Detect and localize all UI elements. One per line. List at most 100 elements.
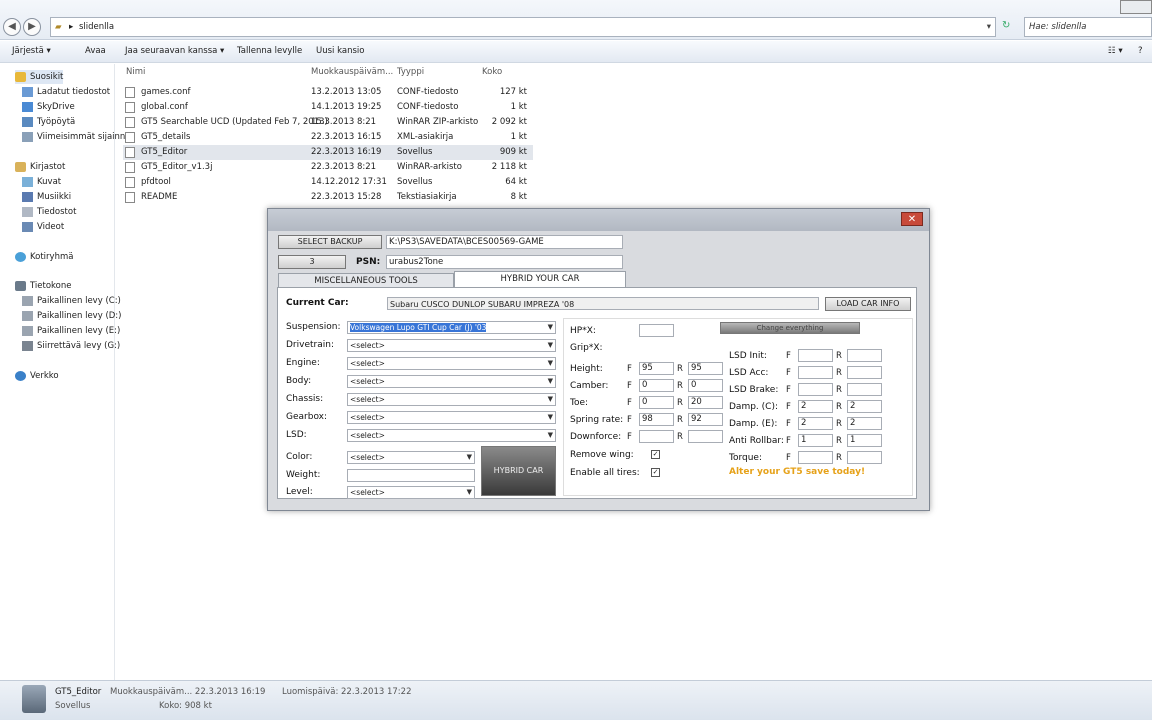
file-type: Tekstiasiakirja (397, 192, 457, 202)
command-bar: Järjestä ▾ Avaa Jaa seuraavan kanssa ▾ T… (0, 41, 1152, 63)
psn-field[interactable]: urabus2Tone (386, 255, 623, 269)
lsd-label: LSD Brake: (729, 385, 779, 395)
nav-network[interactable]: Verkko (15, 369, 59, 383)
file-icon (125, 147, 135, 158)
file-size: 2 118 kt (491, 162, 527, 172)
file-row[interactable]: global.conf 14.1.2013 19:25 CONF-tiedosto 1… (123, 100, 533, 115)
nav-drive-d[interactable]: Paikallinen levy (D:) (22, 309, 121, 323)
help-icon[interactable]: ? (1138, 46, 1143, 56)
file-row[interactable]: README 22.3.2013 15:28 Tekstiasiakirja 8 kt (123, 190, 533, 205)
nav-downloads[interactable]: Ladatut tiedostot (22, 85, 110, 99)
nav-favorites[interactable]: Suosikit (15, 70, 64, 84)
nav-documents[interactable]: Tiedostot (22, 205, 76, 219)
file-icon (125, 117, 135, 128)
file-date: 22.3.2013 8:21 (311, 162, 377, 172)
lsd-label: Damp. (E): (729, 419, 778, 429)
close-icon[interactable]: ✕ (901, 212, 923, 226)
lsd-rear-field[interactable]: 2 (847, 400, 882, 413)
select-backup-button[interactable]: SELECT BACKUP (278, 235, 382, 249)
address-dropdown-icon[interactable]: ▾ (987, 22, 991, 32)
lsd-front-field[interactable]: 1 (798, 434, 833, 447)
file-row[interactable]: GT5 Searchable UCD (Updated Feb 7, 2013)… (123, 115, 533, 130)
search-input[interactable]: Hae: slidenlla (1024, 17, 1152, 37)
lsd-label: Anti Rollbar: (729, 436, 784, 446)
lsd-rear-field[interactable] (847, 366, 882, 379)
backup-path-field[interactable]: K:\PS3\SAVEDATA\BCES00569-GAME (386, 235, 623, 249)
refresh-icon[interactable]: ↻ (1002, 20, 1010, 31)
nav-drive-c[interactable]: Paikallinen levy (C:) (22, 294, 121, 308)
front-letter: F (786, 453, 791, 463)
nav-libraries[interactable]: Kirjastot (15, 160, 65, 174)
front-letter: F (786, 402, 791, 412)
nav-drive-g[interactable]: Siirrettävä levy (G:) (22, 339, 120, 353)
lsd-rear-field[interactable] (847, 383, 882, 396)
detail-name: GT5_Editor (55, 687, 102, 697)
file-row[interactable]: GT5_Editor 22.3.2013 16:19 Sovellus 909 kt (123, 145, 533, 160)
new-folder-button[interactable]: Uusi kansio (316, 46, 364, 56)
lsd-rear-field[interactable]: 2 (847, 417, 882, 430)
pictures-icon (22, 177, 33, 187)
nav-recent[interactable]: Viimeisimmät sijainnit (22, 130, 131, 144)
file-name: global.conf (141, 102, 188, 112)
small-button[interactable]: 3 (278, 255, 346, 269)
column-name[interactable]: Nimi (126, 67, 145, 77)
rear-letter: R (836, 453, 842, 463)
file-row[interactable]: pfdtool 14.12.2012 17:31 Sovellus 64 kt (123, 175, 533, 190)
file-icon (125, 162, 135, 173)
hybrid-panel: Current Car: Subaru CUSCO DUNLOP SUBARU … (277, 287, 917, 499)
file-row[interactable]: GT5_details 22.3.2013 16:15 XML-asiakirja 1… (123, 130, 533, 145)
lsd-rear-field[interactable] (847, 349, 882, 362)
file-row[interactable]: games.conf 13.2.2013 13:05 CONF-tiedosto 12… (123, 85, 533, 100)
address-field[interactable]: ▰ ▸ slidenlla ▾ (50, 17, 996, 37)
lsd-front-field[interactable]: 2 (798, 400, 833, 413)
nav-homegroup[interactable]: Kotiryhmä (15, 250, 73, 264)
rear-letter: R (836, 436, 842, 446)
file-date: 14.1.2013 19:25 (311, 102, 382, 112)
file-date: 22.3.2013 16:15 (311, 132, 382, 142)
forward-icon[interactable]: ▶ (23, 18, 41, 36)
file-date: 14.12.2012 17:31 (311, 177, 387, 187)
nav-pictures[interactable]: Kuvat (22, 175, 61, 189)
column-modified[interactable]: Muokkauspäiväm... (311, 67, 393, 77)
column-size[interactable]: Koko (482, 67, 502, 77)
window-controls[interactable] (1120, 0, 1152, 14)
nav-music[interactable]: Musiikki (22, 190, 71, 204)
rear-letter: R (836, 419, 842, 429)
share-button[interactable]: Jaa seuraavan kanssa ▾ (125, 46, 224, 56)
file-name: games.conf (141, 87, 191, 97)
lsd-rear-field[interactable] (847, 451, 882, 464)
enable-tires-checkbox[interactable]: ✓ (651, 468, 660, 477)
burn-button[interactable]: Tallenna levylle (237, 46, 302, 56)
homegroup-icon (15, 252, 26, 262)
nav-desktop[interactable]: Työpöytä (22, 115, 75, 129)
nav-videos[interactable]: Videot (22, 220, 64, 234)
lsd-front-field[interactable]: 2 (798, 417, 833, 430)
recent-icon (22, 132, 33, 142)
file-type: XML-asiakirja (397, 132, 454, 142)
remove-wing-checkbox[interactable]: ✓ (651, 450, 660, 459)
lsd-label: LSD Init: (729, 351, 767, 361)
back-icon[interactable]: ◀ (3, 18, 21, 36)
tab-hybrid-your-car[interactable]: HYBRID YOUR CAR (454, 271, 626, 288)
lsd-front-field[interactable] (798, 349, 833, 362)
file-icon (125, 132, 135, 143)
organize-button[interactable]: Järjestä ▾ (12, 46, 51, 56)
file-size: 8 kt (510, 192, 527, 202)
nav-computer[interactable]: Tietokone (15, 279, 72, 293)
file-name: GT5 Searchable UCD (Updated Feb 7, 2013) (141, 117, 328, 127)
file-list: Nimi Muokkauspäiväm... Tyyppi Koko games… (118, 64, 538, 214)
file-name: pfdtool (141, 177, 171, 187)
tab-miscellaneous-tools[interactable]: MISCELLANEOUS TOOLS (278, 273, 454, 287)
downloads-icon (22, 87, 33, 97)
nav-skydrive[interactable]: SkyDrive (22, 100, 75, 114)
lsd-front-field[interactable] (798, 451, 833, 464)
file-size: 1 kt (510, 132, 527, 142)
view-options-icon[interactable]: ☷ ▾ (1108, 46, 1123, 56)
lsd-front-field[interactable] (798, 366, 833, 379)
nav-drive-e[interactable]: Paikallinen levy (E:) (22, 324, 120, 338)
lsd-front-field[interactable] (798, 383, 833, 396)
lsd-rear-field[interactable]: 1 (847, 434, 882, 447)
column-type[interactable]: Tyyppi (397, 67, 424, 77)
open-button[interactable]: Avaa (85, 46, 106, 56)
file-row[interactable]: GT5_Editor_v1.3j 22.3.2013 8:21 WinRAR-ark… (123, 160, 533, 175)
